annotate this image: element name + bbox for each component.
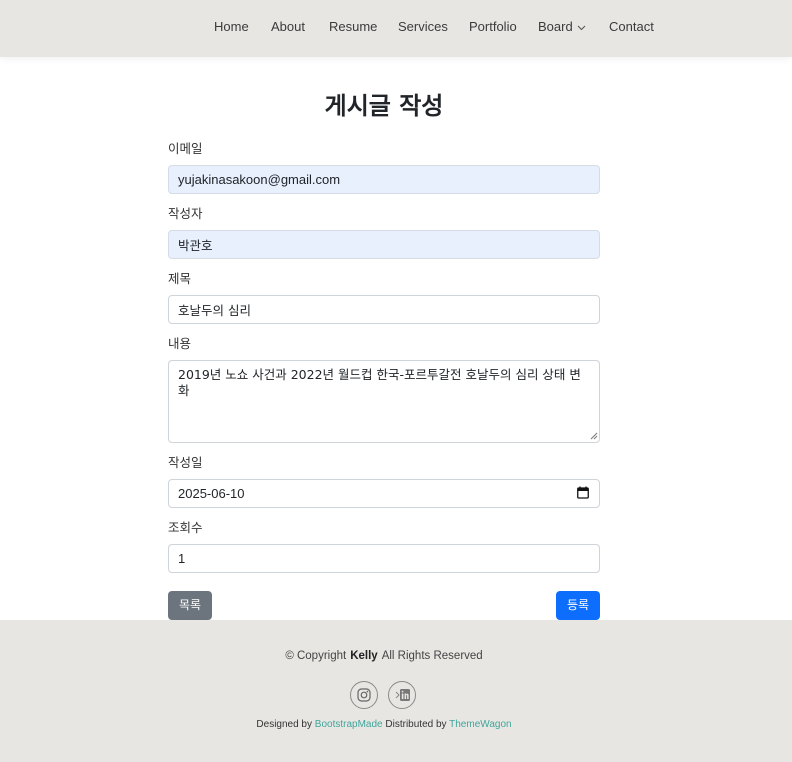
subject-field[interactable] — [168, 295, 600, 324]
date-field[interactable] — [168, 479, 600, 508]
credits: Designed by BootstrapMade Distributed by… — [0, 719, 768, 730]
top-navbar: Home About Resume Services Portfolio Boa… — [0, 0, 792, 57]
nav-board[interactable]: Board — [538, 19, 586, 35]
calendar-icon[interactable] — [577, 486, 589, 499]
content-label: 내용 — [168, 336, 192, 351]
linkedin-link[interactable] — [388, 681, 416, 709]
nav-services[interactable]: Services — [398, 19, 448, 35]
resize-grip-icon[interactable] — [590, 432, 598, 440]
email-label: 이메일 — [168, 141, 203, 156]
copyright-name: Kelly — [350, 650, 378, 662]
page-title: 게시글 작성 — [324, 92, 444, 120]
nav-board-label: Board — [538, 19, 573, 34]
date-label: 작성일 — [168, 455, 203, 470]
nav-contact[interactable]: Contact — [609, 19, 654, 35]
nav-about[interactable]: About — [271, 19, 305, 35]
instagram-icon — [357, 688, 371, 702]
nav-resume[interactable]: Resume — [329, 19, 377, 35]
distributor-link[interactable]: ThemeWagon — [449, 719, 511, 730]
views-field[interactable] — [168, 544, 600, 573]
list-button[interactable]: 목록 — [168, 591, 212, 620]
copyright-suffix: All Rights Reserved — [381, 650, 483, 662]
nav-portfolio[interactable]: Portfolio — [469, 19, 517, 35]
designed-by-text: Designed by — [256, 719, 312, 730]
views-label: 조회수 — [168, 520, 203, 535]
chevron-down-icon — [577, 25, 586, 30]
designer-link[interactable]: BootstrapMade — [315, 719, 383, 730]
subject-label: 제목 — [168, 271, 192, 286]
copyright-prefix: © Copyright — [285, 650, 347, 662]
submit-button[interactable]: 등록 — [556, 591, 600, 620]
email-field[interactable] — [168, 165, 600, 194]
content-textarea[interactable]: 2019년 노쇼 사건과 2022년 월드컵 한국-포르투갈전 호날두의 심리 … — [168, 360, 600, 443]
distributed-by-text: Distributed by — [385, 719, 447, 730]
author-label: 작성자 — [168, 206, 203, 221]
linkedin-icon — [395, 689, 410, 701]
footer: © Copyright Kelly All Rights Reserved Desi… — [0, 620, 792, 762]
copyright: © Copyright Kelly All Rights Reserved — [0, 650, 768, 662]
instagram-link[interactable] — [350, 681, 378, 709]
author-field[interactable] — [168, 230, 600, 259]
nav-home[interactable]: Home — [214, 19, 249, 35]
